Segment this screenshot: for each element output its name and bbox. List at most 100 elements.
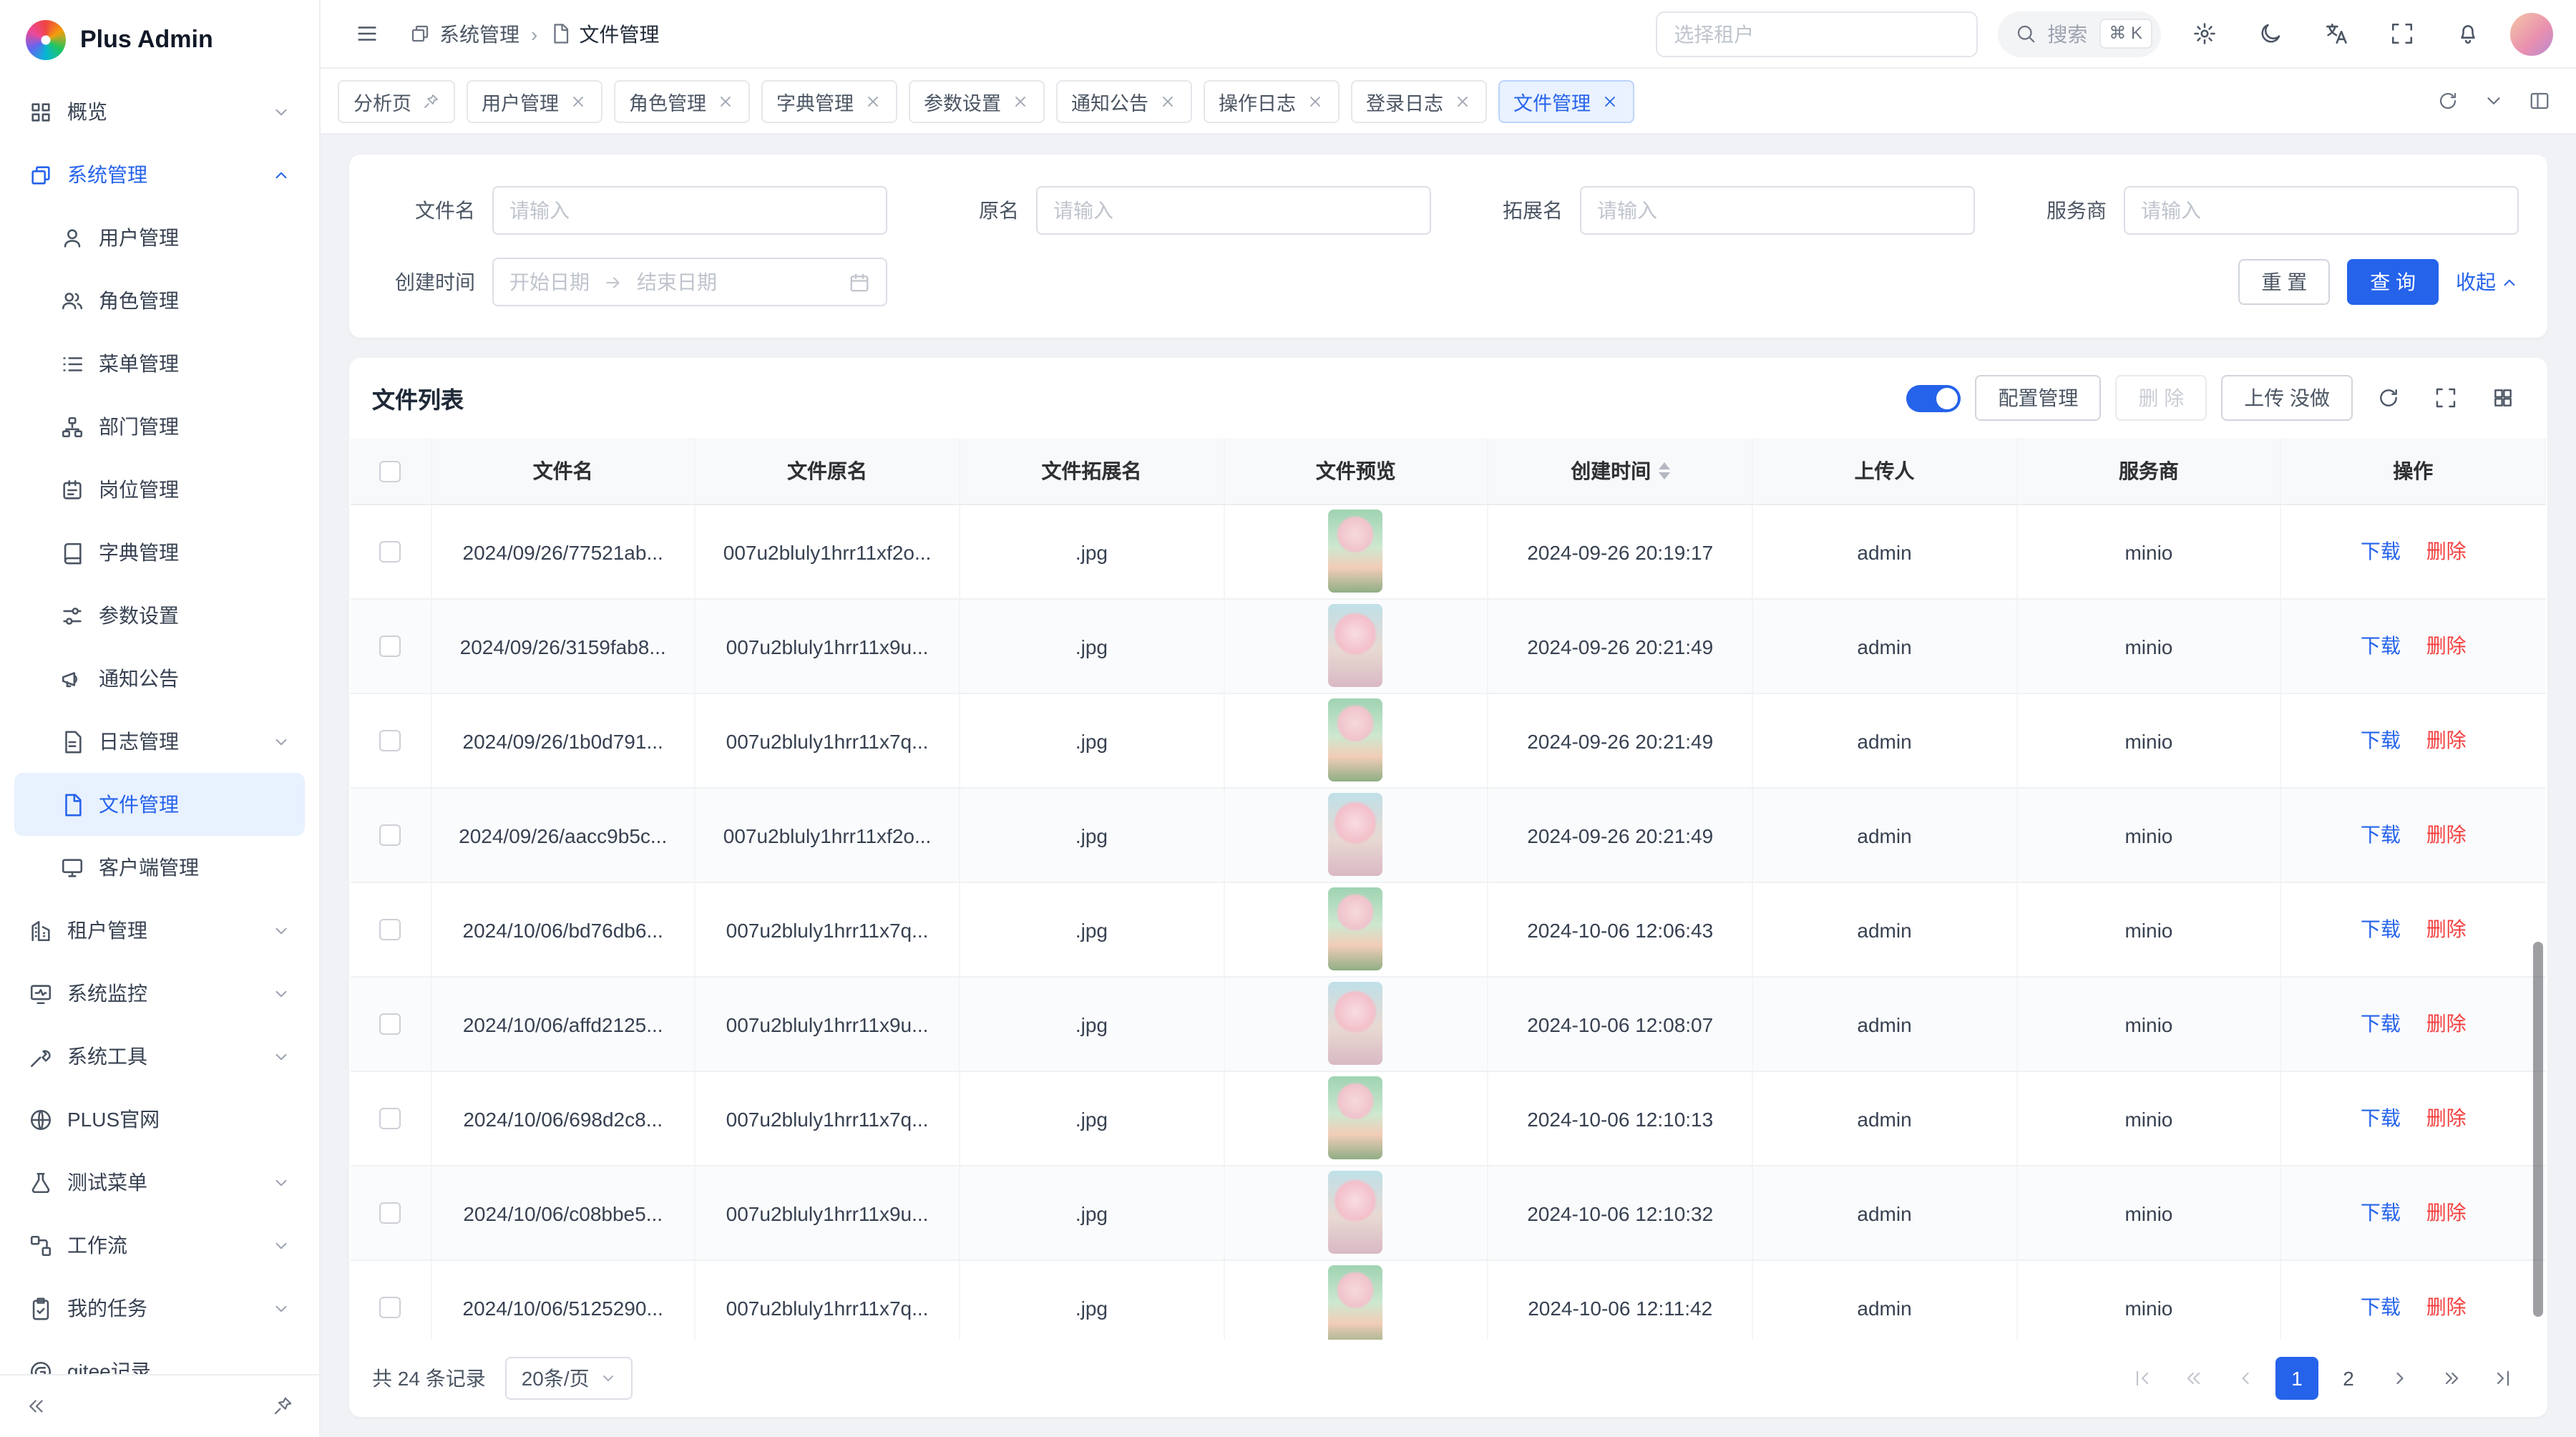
first-page-button[interactable] bbox=[2121, 1357, 2164, 1400]
sidebar-item-post[interactable]: 岗位管理 bbox=[14, 458, 305, 521]
global-search[interactable]: 搜索 ⌘ K bbox=[1997, 11, 2161, 57]
column-header-provider[interactable]: 服务商 bbox=[2016, 438, 2280, 504]
search-button[interactable]: 查 询 bbox=[2347, 259, 2439, 305]
collapse-filter-link[interactable]: 收起 bbox=[2456, 268, 2519, 296]
sidebar-item-notice[interactable]: 通知公告 bbox=[14, 647, 305, 710]
tab-notice[interactable]: 通知公告 bbox=[1055, 79, 1191, 122]
file-preview-thumbnail[interactable] bbox=[1329, 982, 1383, 1065]
column-settings-icon[interactable] bbox=[2482, 376, 2524, 419]
file-preview-thumbnail[interactable] bbox=[1329, 793, 1383, 876]
filter-input-original-name[interactable]: 请输入 bbox=[1036, 186, 1431, 235]
download-link[interactable]: 下载 bbox=[2361, 540, 2401, 562]
row-checkbox[interactable] bbox=[380, 1109, 401, 1130]
language-translate-icon[interactable] bbox=[2313, 11, 2358, 57]
fullscreen-table-icon[interactable] bbox=[2424, 376, 2467, 419]
sidebar-item-menu[interactable]: 菜单管理 bbox=[14, 332, 305, 395]
delete-link[interactable]: 删除 bbox=[2426, 917, 2467, 940]
column-header-original-name[interactable]: 文件原名 bbox=[695, 438, 959, 504]
tab-user[interactable]: 用户管理 bbox=[466, 79, 602, 122]
row-checkbox[interactable] bbox=[380, 920, 401, 941]
page-button-2[interactable]: 2 bbox=[2327, 1357, 2370, 1400]
delete-link[interactable]: 删除 bbox=[2426, 729, 2467, 751]
file-preview-thumbnail[interactable] bbox=[1329, 698, 1383, 781]
page-button-1[interactable]: 1 bbox=[2275, 1357, 2318, 1400]
column-header-extension[interactable]: 文件拓展名 bbox=[960, 438, 1224, 504]
tab-dict[interactable]: 字典管理 bbox=[761, 79, 897, 122]
file-preview-thumbnail[interactable] bbox=[1329, 510, 1383, 593]
tab-role[interactable]: 角色管理 bbox=[613, 79, 749, 122]
tenant-select[interactable]: 选择租户 bbox=[1655, 11, 1977, 57]
row-checkbox[interactable] bbox=[380, 542, 401, 563]
tab-close-icon[interactable] bbox=[569, 92, 586, 109]
download-link[interactable]: 下载 bbox=[2361, 1012, 2401, 1035]
upload-button[interactable]: 上传 没做 bbox=[2221, 375, 2353, 421]
row-checkbox[interactable] bbox=[380, 1203, 401, 1224]
select-all-checkbox[interactable] bbox=[380, 461, 401, 482]
sidebar-item-tools[interactable]: 系统工具 bbox=[14, 1025, 305, 1088]
column-header-create-time[interactable]: 创建时间 bbox=[1488, 438, 1752, 504]
sidebar-item-gitee[interactable]: gitee记录 bbox=[14, 1340, 305, 1374]
sidebar-collapse-button[interactable] bbox=[20, 1390, 53, 1423]
tab-close-icon[interactable] bbox=[864, 92, 881, 109]
refresh-page-button[interactable] bbox=[2427, 81, 2467, 121]
breadcrumb-item-system[interactable]: 系统管理 bbox=[409, 19, 519, 48]
download-link[interactable]: 下载 bbox=[2361, 1201, 2401, 1224]
column-header-preview[interactable]: 文件预览 bbox=[1224, 438, 1488, 504]
column-header-file-name[interactable]: 文件名 bbox=[431, 438, 695, 504]
delete-link[interactable]: 删除 bbox=[2426, 634, 2467, 657]
sidebar-pin-icon[interactable] bbox=[266, 1390, 299, 1423]
download-link[interactable]: 下载 bbox=[2361, 1106, 2401, 1129]
user-avatar[interactable] bbox=[2510, 12, 2553, 55]
sidebar-item-client[interactable]: 客户端管理 bbox=[14, 836, 305, 899]
settings-gear-icon[interactable] bbox=[2181, 11, 2227, 57]
sidebar-item-plus-site[interactable]: PLUS官网 bbox=[14, 1088, 305, 1151]
sidebar-item-dept[interactable]: 部门管理 bbox=[14, 395, 305, 458]
download-link[interactable]: 下载 bbox=[2361, 917, 2401, 940]
pin-icon[interactable] bbox=[421, 92, 439, 109]
search-visibility-toggle[interactable] bbox=[1906, 384, 1961, 411]
refresh-table-icon[interactable] bbox=[2367, 376, 2410, 419]
row-checkbox[interactable] bbox=[380, 636, 401, 658]
sidebar-item-test[interactable]: 测试菜单 bbox=[14, 1151, 305, 1214]
breadcrumb-item-file[interactable]: 文件管理 bbox=[549, 19, 659, 48]
sidebar-item-tenant[interactable]: 租户管理 bbox=[14, 899, 305, 962]
file-preview-thumbnail[interactable] bbox=[1329, 887, 1383, 970]
tab-analysis[interactable]: 分析页 bbox=[338, 79, 454, 122]
sidebar-item-role[interactable]: 角色管理 bbox=[14, 269, 305, 332]
delete-button[interactable]: 删 除 bbox=[2115, 375, 2207, 421]
delete-link[interactable]: 删除 bbox=[2426, 1295, 2467, 1318]
filter-input-file-name[interactable]: 请输入 bbox=[492, 186, 887, 235]
column-header-uploader[interactable]: 上传人 bbox=[1752, 438, 2016, 504]
next-jump-button[interactable] bbox=[2430, 1357, 2473, 1400]
next-page-button[interactable] bbox=[2379, 1357, 2421, 1400]
sidebar-item-log[interactable]: 日志管理 bbox=[14, 710, 305, 773]
prev-jump-button[interactable] bbox=[2172, 1357, 2215, 1400]
tab-operlog[interactable]: 操作日志 bbox=[1203, 79, 1339, 122]
delete-link[interactable]: 删除 bbox=[2426, 1201, 2467, 1224]
file-preview-thumbnail[interactable] bbox=[1329, 1171, 1383, 1254]
config-manage-button[interactable]: 配置管理 bbox=[1975, 375, 2101, 421]
filter-input-provider[interactable]: 请输入 bbox=[2124, 186, 2519, 235]
notifications-bell-icon[interactable] bbox=[2444, 11, 2490, 57]
column-header-actions[interactable]: 操作 bbox=[2281, 438, 2545, 504]
page-size-select[interactable]: 20条/页 bbox=[506, 1357, 633, 1400]
download-link[interactable]: 下载 bbox=[2361, 634, 2401, 657]
filter-input-extension[interactable]: 请输入 bbox=[1580, 186, 1975, 235]
download-link[interactable]: 下载 bbox=[2361, 729, 2401, 751]
tab-param[interactable]: 参数设置 bbox=[908, 79, 1044, 122]
row-checkbox[interactable] bbox=[380, 731, 401, 752]
tab-loginlog[interactable]: 登录日志 bbox=[1350, 79, 1486, 122]
prev-page-button[interactable] bbox=[2224, 1357, 2267, 1400]
sidebar-item-overview[interactable]: 概览 bbox=[14, 80, 305, 143]
row-checkbox[interactable] bbox=[380, 1014, 401, 1036]
fullscreen-icon[interactable] bbox=[2379, 11, 2424, 57]
tab-close-icon[interactable] bbox=[1011, 92, 1028, 109]
delete-link[interactable]: 删除 bbox=[2426, 540, 2467, 562]
sidebar-toggle-button[interactable] bbox=[343, 11, 389, 57]
sidebar-item-file[interactable]: 文件管理 bbox=[14, 773, 305, 836]
file-preview-thumbnail[interactable] bbox=[1329, 1265, 1383, 1340]
dark-mode-moon-icon[interactable] bbox=[2247, 11, 2293, 57]
tab-close-icon[interactable] bbox=[1306, 92, 1323, 109]
table-scrollbar[interactable] bbox=[2533, 942, 2543, 1317]
sidebar-item-tasks[interactable]: 我的任务 bbox=[14, 1277, 305, 1340]
